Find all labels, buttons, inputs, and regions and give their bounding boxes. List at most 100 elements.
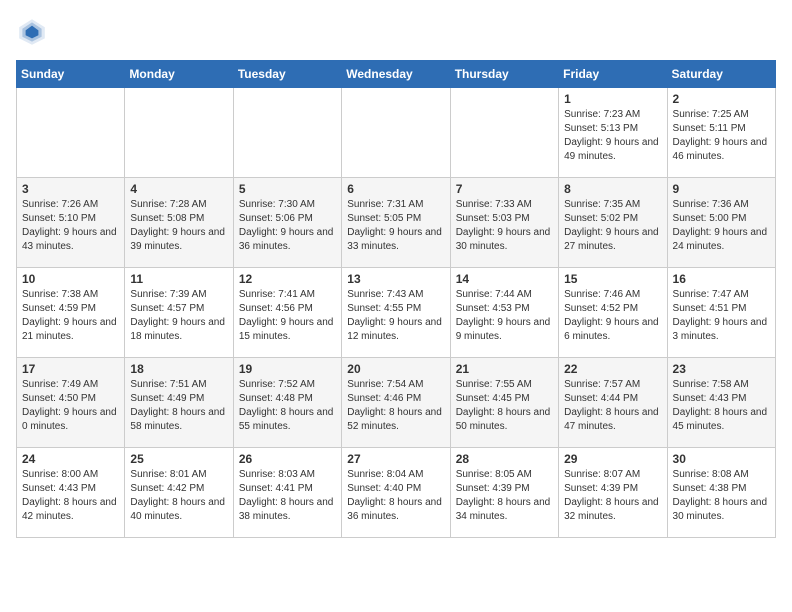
calendar-week-row: 17Sunrise: 7:49 AM Sunset: 4:50 PM Dayli… [17,358,776,448]
logo-icon [16,16,48,48]
calendar-cell [17,88,125,178]
calendar-cell: 27Sunrise: 8:04 AM Sunset: 4:40 PM Dayli… [342,448,450,538]
day-number: 28 [456,452,553,466]
calendar-cell: 28 Sunrise: 8:05 AM Sunset: 4:39 PM Dayli… [450,448,558,538]
calendar-cell: 6 Sunrise: 7:31 AM Sunset: 5:05 PM Daylig… [342,178,450,268]
day-info: Sunrise: 7:51 AM Sunset: 4:49 PM Dayligh… [130,378,227,434]
day-info: Sunrise: 7:44 AM Sunset: 4:53 PM Dayligh… [456,288,553,344]
day-number: 21 [456,362,553,376]
calendar-cell: 24 Sunrise: 8:00 AM Sunset: 4:43 PM Dayli… [17,448,125,538]
calendar-cell [342,88,450,178]
calendar-cell: 7 Sunrise: 7:33 AM Sunset: 5:03 PM Daylig… [450,178,558,268]
day-info: Sunrise: 8:08 AM Sunset: 4:38 PM Dayligh… [673,468,770,524]
day-info: Sunrise: 8:07 AM Sunset: 4:39 PM Dayligh… [564,468,661,524]
day-number: 27 [347,452,444,466]
calendar-week-row: 1 Sunrise: 7:23 AM Sunset: 5:13 PM Daylig… [17,88,776,178]
day-info: Sunrise: 8:05 AM Sunset: 4:39 PM Dayligh… [456,468,553,524]
calendar-cell: 18 Sunrise: 7:51 AM Sunset: 4:49 PM Dayli… [125,358,233,448]
day-info: Sunrise: 7:36 AM Sunset: 5:00 PM Dayligh… [673,198,770,254]
calendar-cell: 5 Sunrise: 7:30 AM Sunset: 5:06 PM Daylig… [233,178,341,268]
day-number: 15 [564,272,661,286]
calendar-cell: 1 Sunrise: 7:23 AM Sunset: 5:13 PM Daylig… [559,88,667,178]
calendar-cell: 29 Sunrise: 8:07 AM Sunset: 4:39 PM Dayli… [559,448,667,538]
day-info: Sunrise: 7:49 AM Sunset: 4:50 PM Dayligh… [22,378,119,434]
day-info: Sunrise: 7:31 AM Sunset: 5:05 PM Dayligh… [347,198,444,254]
column-header-wednesday: Wednesday [342,61,450,88]
day-info: Sunrise: 7:38 AM Sunset: 4:59 PM Dayligh… [22,288,119,344]
calendar-cell: 3 Sunrise: 7:26 AM Sunset: 5:10 PM Daylig… [17,178,125,268]
column-header-tuesday: Tuesday [233,61,341,88]
day-number: 24 [22,452,119,466]
day-info: Sunrise: 7:39 AM Sunset: 4:57 PM Dayligh… [130,288,227,344]
day-number: 25 [130,452,227,466]
day-info: Sunrise: 7:35 AM Sunset: 5:02 PM Dayligh… [564,198,661,254]
column-header-friday: Friday [559,61,667,88]
calendar-cell: 9 Sunrise: 7:36 AM Sunset: 5:00 PM Daylig… [667,178,775,268]
day-number: 11 [130,272,227,286]
day-number: 4 [130,182,227,196]
day-info: Sunrise: 7:57 AM Sunset: 4:44 PM Dayligh… [564,378,661,434]
calendar-cell: 13 Sunrise: 7:43 AM Sunset: 4:55 PM Dayli… [342,268,450,358]
day-number: 8 [564,182,661,196]
calendar-cell: 4 Sunrise: 7:28 AM Sunset: 5:08 PM Daylig… [125,178,233,268]
calendar-cell: 10 Sunrise: 7:38 AM Sunset: 4:59 PM Dayli… [17,268,125,358]
day-number: 9 [673,182,770,196]
calendar-cell: 21 Sunrise: 7:55 AM Sunset: 4:45 PM Dayli… [450,358,558,448]
day-number: 7 [456,182,553,196]
day-info: Sunrise: 7:26 AM Sunset: 5:10 PM Dayligh… [22,198,119,254]
calendar-cell: 15 Sunrise: 7:46 AM Sunset: 4:52 PM Dayli… [559,268,667,358]
day-number: 22 [564,362,661,376]
page-header [16,16,776,48]
day-info: Sunrise: 7:52 AM Sunset: 4:48 PM Dayligh… [239,378,336,434]
calendar-cell: 11 Sunrise: 7:39 AM Sunset: 4:57 PM Dayli… [125,268,233,358]
day-info: Sunrise: 7:47 AM Sunset: 4:51 PM Dayligh… [673,288,770,344]
day-info: Sunrise: 7:43 AM Sunset: 4:55 PM Dayligh… [347,288,444,344]
column-header-thursday: Thursday [450,61,558,88]
day-info: Sunrise: 8:03 AM Sunset: 4:41 PM Dayligh… [239,468,336,524]
calendar-cell: 20Sunrise: 7:54 AM Sunset: 4:46 PM Dayli… [342,358,450,448]
day-number: 2 [673,92,770,106]
day-number: 5 [239,182,336,196]
calendar-cell: 23 Sunrise: 7:58 AM Sunset: 4:43 PM Dayli… [667,358,775,448]
day-number: 6 [347,182,444,196]
calendar-cell: 19 Sunrise: 7:52 AM Sunset: 4:48 PM Dayli… [233,358,341,448]
calendar-cell: 22 Sunrise: 7:57 AM Sunset: 4:44 PM Dayli… [559,358,667,448]
day-info: Sunrise: 7:41 AM Sunset: 4:56 PM Dayligh… [239,288,336,344]
calendar-cell: 26 Sunrise: 8:03 AM Sunset: 4:41 PM Dayli… [233,448,341,538]
calendar-cell [450,88,558,178]
day-info: Sunrise: 7:30 AM Sunset: 5:06 PM Dayligh… [239,198,336,254]
day-info: Sunrise: 7:23 AM Sunset: 5:13 PM Dayligh… [564,108,661,164]
day-number: 12 [239,272,336,286]
calendar-cell: 14Sunrise: 7:44 AM Sunset: 4:53 PM Dayli… [450,268,558,358]
column-header-sunday: Sunday [17,61,125,88]
day-number: 16 [673,272,770,286]
calendar-cell: 16 Sunrise: 7:47 AM Sunset: 4:51 PM Dayli… [667,268,775,358]
day-number: 3 [22,182,119,196]
day-info: Sunrise: 7:55 AM Sunset: 4:45 PM Dayligh… [456,378,553,434]
calendar-cell: 12 Sunrise: 7:41 AM Sunset: 4:56 PM Dayli… [233,268,341,358]
day-info: Sunrise: 8:01 AM Sunset: 4:42 PM Dayligh… [130,468,227,524]
day-info: Sunrise: 7:25 AM Sunset: 5:11 PM Dayligh… [673,108,770,164]
calendar-cell: 17Sunrise: 7:49 AM Sunset: 4:50 PM Dayli… [17,358,125,448]
calendar-cell [233,88,341,178]
calendar-cell: 8 Sunrise: 7:35 AM Sunset: 5:02 PM Daylig… [559,178,667,268]
day-number: 20 [347,362,444,376]
day-number: 1 [564,92,661,106]
day-number: 13 [347,272,444,286]
calendar-week-row: 10 Sunrise: 7:38 AM Sunset: 4:59 PM Dayli… [17,268,776,358]
day-number: 29 [564,452,661,466]
day-info: Sunrise: 8:00 AM Sunset: 4:43 PM Dayligh… [22,468,119,524]
day-number: 26 [239,452,336,466]
calendar-week-row: 3 Sunrise: 7:26 AM Sunset: 5:10 PM Daylig… [17,178,776,268]
day-info: Sunrise: 7:58 AM Sunset: 4:43 PM Dayligh… [673,378,770,434]
column-header-monday: Monday [125,61,233,88]
day-info: Sunrise: 7:46 AM Sunset: 4:52 PM Dayligh… [564,288,661,344]
day-info: Sunrise: 7:28 AM Sunset: 5:08 PM Dayligh… [130,198,227,254]
day-info: Sunrise: 7:33 AM Sunset: 5:03 PM Dayligh… [456,198,553,254]
day-number: 10 [22,272,119,286]
day-number: 23 [673,362,770,376]
day-number: 19 [239,362,336,376]
day-number: 18 [130,362,227,376]
calendar-cell: 30 Sunrise: 8:08 AM Sunset: 4:38 PM Dayli… [667,448,775,538]
day-number: 30 [673,452,770,466]
